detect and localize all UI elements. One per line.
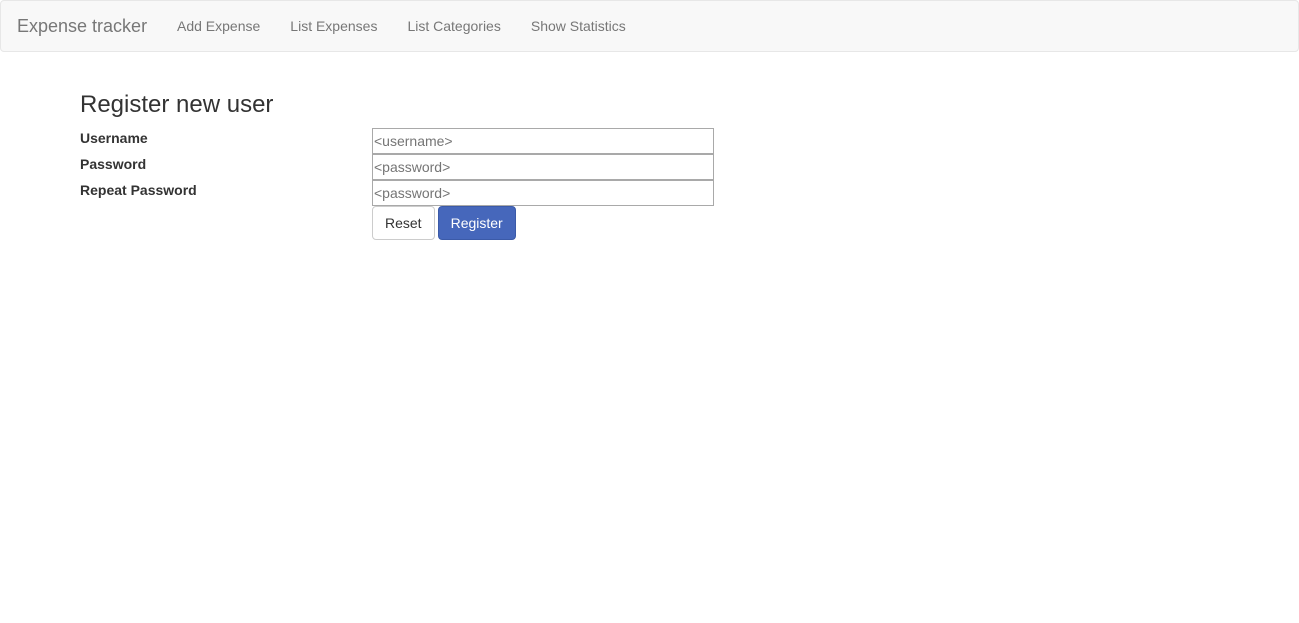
username-label: Username — [80, 130, 148, 146]
nav-item-add-expense[interactable]: Add Expense — [162, 1, 275, 51]
nav-item-show-statistics[interactable]: Show Statistics — [516, 1, 641, 51]
form-row-repeat-password: Repeat Password — [80, 180, 780, 206]
register-form: Username Password Repeat Password Reset … — [80, 128, 780, 240]
password-input[interactable] — [372, 154, 714, 180]
nav-item-list-expenses[interactable]: List Expenses — [275, 1, 392, 51]
top-navbar: Expense tracker Add Expense List Expense… — [0, 0, 1299, 52]
register-form-container: Register new user Username Password Repe… — [80, 90, 780, 240]
nav-item-list-categories[interactable]: List Categories — [392, 1, 515, 51]
repeat-password-input[interactable] — [372, 180, 714, 206]
brand-link[interactable]: Expense tracker — [17, 1, 147, 51]
nav-menu: Add Expense List Expenses List Categorie… — [162, 1, 641, 51]
form-row-username: Username — [80, 128, 780, 154]
password-label: Password — [80, 156, 147, 172]
page-title: Register new user — [80, 91, 274, 118]
register-button[interactable]: Register — [437, 206, 516, 240]
form-buttons: Reset Register — [372, 206, 780, 240]
form-row-password: Password — [80, 154, 780, 180]
reset-button[interactable]: Reset — [372, 206, 435, 240]
username-input[interactable] — [372, 128, 714, 154]
repeat-password-label: Repeat Password — [80, 182, 197, 198]
